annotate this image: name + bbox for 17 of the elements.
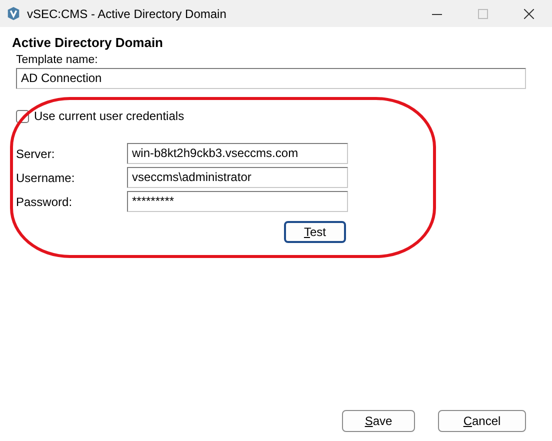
test-button[interactable]: Test: [284, 221, 346, 243]
template-name-field[interactable]: AD Connection: [16, 68, 526, 89]
window-title: vSEC:CMS - Active Directory Domain: [27, 6, 228, 20]
field-label: Username:: [16, 170, 76, 184]
field-label: Template name:: [16, 54, 99, 66]
dialog-button[interactable]: Cancel: [438, 410, 526, 432]
input-field[interactable]: vseccms\administrator: [127, 167, 348, 188]
input-field[interactable]: win-b8kt2h9ckb3.vseccms.com: [127, 143, 348, 164]
dialog-button[interactable]: Save: [342, 410, 415, 432]
close-icon[interactable]: [524, 8, 534, 18]
dialog-heading: Active Directory Domain: [12, 35, 164, 50]
app-logo-icon: [6, 6, 21, 21]
checkbox[interactable]: [16, 110, 29, 122]
checkbox-label: Use current user credentials: [34, 109, 184, 123]
field-label: Server:: [16, 146, 56, 160]
field-label: Password:: [16, 194, 74, 208]
input-field[interactable]: *********: [127, 191, 348, 212]
